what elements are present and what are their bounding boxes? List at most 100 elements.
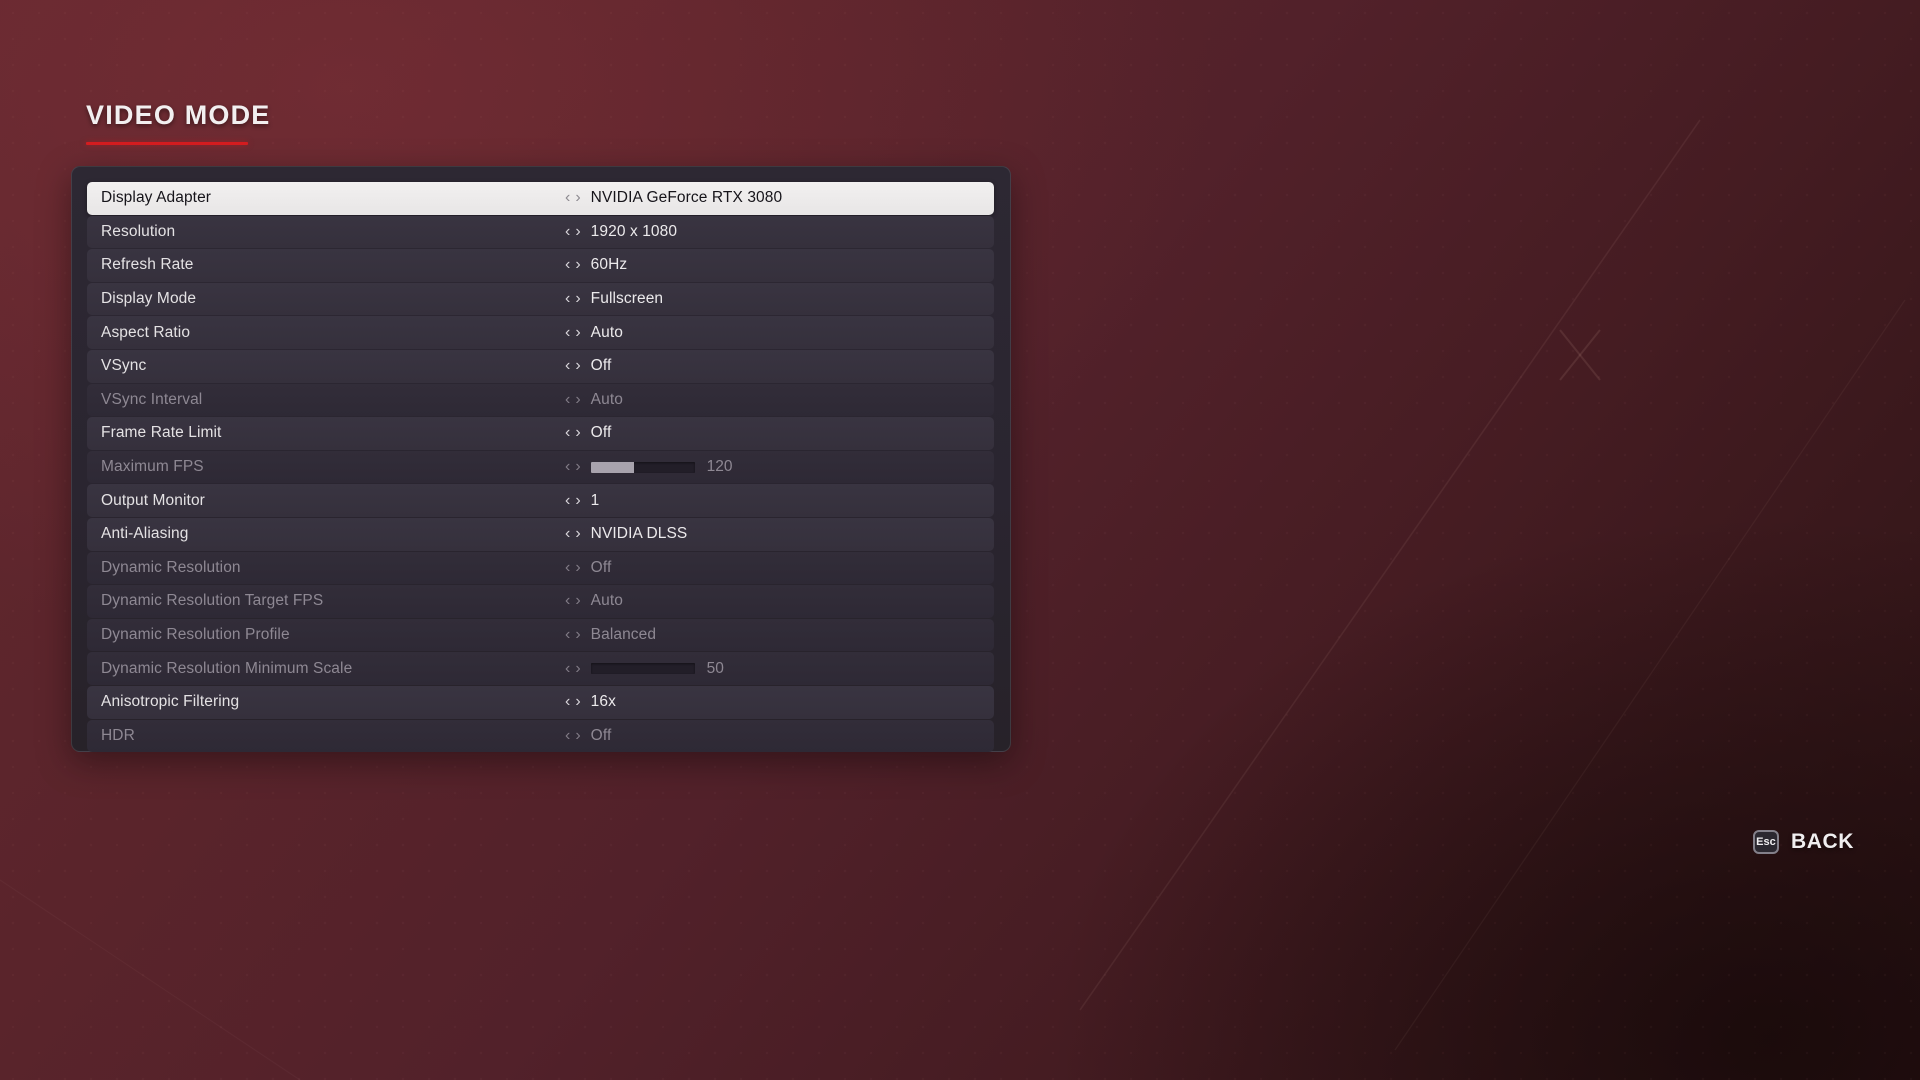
page-title: VIDEO MODE [86, 100, 271, 130]
chevron-right-icon[interactable]: › [575, 391, 580, 408]
slider-value: 50 [706, 659, 724, 677]
back-button-label: BACK [1790, 830, 1854, 853]
chevron-right-icon[interactable]: › [575, 593, 580, 609]
chevron-left-icon[interactable]: ‹ [565, 425, 570, 441]
setting-row[interactable]: VSync ‹ › Off [87, 349, 994, 383]
setting-value: 1 [590, 491, 600, 509]
chevron-right-icon[interactable]: › [575, 727, 580, 744]
setting-row[interactable]: Maximum FPS ‹ › 120 [87, 450, 994, 484]
setting-row[interactable]: Dynamic Resolution Profile ‹ › Balanced [87, 618, 994, 652]
setting-row[interactable]: Dynamic Resolution Target FPS ‹ › Auto [87, 585, 994, 618]
title-underline-accent [86, 142, 248, 145]
chevron-left-icon[interactable]: ‹ [565, 660, 570, 677]
setting-value: Auto [590, 390, 623, 408]
setting-control: ‹ › 16x [565, 693, 616, 711]
chevron-left-icon[interactable]: ‹ [565, 559, 570, 576]
chevron-left-icon[interactable]: ‹ [565, 694, 570, 710]
chevron-left-icon[interactable]: ‹ [565, 190, 570, 206]
setting-row[interactable]: Display Mode ‹ › Fullscreen [87, 282, 994, 316]
setting-row[interactable]: Aspect Ratio ‹ › Auto [87, 316, 994, 349]
chevron-left-icon[interactable]: ‹ [565, 727, 570, 744]
setting-label: Output Monitor [101, 491, 205, 509]
setting-label: Display Adapter [101, 189, 212, 207]
chevron-right-icon[interactable]: › [575, 223, 580, 240]
setting-label: Display Mode [101, 290, 197, 308]
chevron-left-icon[interactable]: ‹ [565, 324, 570, 341]
chevron-left-icon[interactable]: ‹ [565, 593, 570, 609]
stepper-arrows: ‹ › [565, 627, 581, 643]
chevron-left-icon[interactable]: ‹ [565, 627, 570, 643]
setting-row[interactable]: Resolution ‹ › 1920 x 1080 [87, 215, 994, 249]
setting-value: Off [590, 424, 612, 442]
setting-row[interactable]: Frame Rate Limit ‹ › Off [87, 417, 994, 450]
back-hint[interactable]: Esc BACK [1752, 830, 1854, 854]
setting-label: Dynamic Resolution Profile [101, 626, 290, 644]
chevron-left-icon[interactable]: ‹ [565, 358, 570, 374]
setting-control: ‹ › Off [565, 727, 611, 745]
stepper-arrows: ‹ › [565, 660, 581, 677]
chevron-left-icon[interactable]: ‹ [565, 391, 570, 408]
setting-label: Dynamic Resolution [101, 558, 241, 576]
stepper-arrows: ‹ › [565, 492, 581, 509]
chevron-left-icon[interactable]: ‹ [565, 257, 570, 273]
stepper-arrows: ‹ › [565, 459, 581, 475]
stepper-arrows: ‹ › [565, 425, 581, 441]
setting-control: ‹ › Auto [565, 592, 623, 610]
chevron-left-icon[interactable]: ‹ [565, 459, 570, 475]
chevron-right-icon[interactable]: › [575, 492, 580, 509]
setting-value: 1920 x 1080 [590, 222, 678, 240]
setting-row[interactable]: Refresh Rate ‹ › 60Hz [87, 249, 994, 282]
setting-control: ‹ › Off [565, 559, 611, 577]
chevron-right-icon[interactable]: › [575, 459, 580, 475]
setting-row[interactable]: Output Monitor ‹ › 1 [87, 484, 994, 517]
chevron-right-icon[interactable]: › [575, 190, 580, 206]
chevron-right-icon[interactable]: › [575, 694, 580, 710]
chevron-right-icon[interactable]: › [575, 324, 580, 341]
setting-label: Resolution [101, 222, 176, 240]
setting-label: Dynamic Resolution Target FPS [101, 592, 324, 610]
chevron-right-icon[interactable]: › [575, 358, 580, 374]
video-mode-settings-panel: Display Adapter ‹ › NVIDIA GeForce RTX 3080… [71, 166, 1011, 753]
setting-control: ‹ › Balanced [565, 626, 656, 644]
setting-control: ‹ › Off [565, 424, 611, 442]
stepper-arrows: ‹ › [565, 223, 581, 240]
chevron-right-icon[interactable]: › [575, 660, 580, 677]
setting-label: Anti-Aliasing [101, 525, 189, 543]
stepper-arrows: ‹ › [565, 727, 581, 744]
chevron-left-icon[interactable]: ‹ [565, 223, 570, 240]
chevron-left-icon[interactable]: ‹ [565, 291, 570, 307]
stepper-arrows: ‹ › [565, 694, 581, 710]
setting-control: ‹ › 50 [565, 660, 724, 678]
chevron-right-icon[interactable]: › [575, 526, 580, 542]
setting-row[interactable]: Anisotropic Filtering ‹ › 16x [87, 685, 994, 719]
setting-label: VSync [101, 357, 147, 375]
setting-row[interactable]: Anti-Aliasing ‹ › NVIDIA DLSS [87, 517, 994, 551]
setting-slider[interactable]: 120 [590, 458, 733, 476]
esc-key-badge: Esc [1752, 830, 1779, 854]
setting-slider[interactable]: 50 [590, 659, 724, 678]
setting-value: Balanced [590, 626, 657, 644]
settings-list: Display Adapter ‹ › NVIDIA GeForce RTX 3080… [87, 182, 994, 753]
stepper-arrows: ‹ › [565, 559, 581, 576]
stepper-arrows: ‹ › [565, 391, 581, 408]
setting-row[interactable]: VSync Interval ‹ › Auto [87, 383, 994, 417]
stepper-arrows: ‹ › [565, 291, 581, 307]
setting-label: Maximum FPS [101, 458, 204, 476]
chevron-right-icon[interactable]: › [575, 425, 580, 441]
chevron-right-icon[interactable]: › [575, 291, 580, 307]
setting-row[interactable]: HDR ‹ › Off [87, 719, 994, 753]
chevron-right-icon[interactable]: › [575, 559, 580, 576]
setting-row[interactable]: Display Adapter ‹ › NVIDIA GeForce RTX 3080 [87, 182, 994, 215]
chevron-left-icon[interactable]: ‹ [565, 526, 570, 542]
chevron-left-icon[interactable]: ‹ [565, 492, 570, 509]
chevron-right-icon[interactable]: › [575, 257, 580, 273]
setting-value: Off [590, 357, 612, 375]
setting-value: Off [590, 726, 612, 744]
slider-track[interactable] [590, 461, 695, 473]
setting-row[interactable]: Dynamic Resolution ‹ › Off [87, 551, 994, 585]
chevron-right-icon[interactable]: › [575, 627, 580, 643]
setting-value: Auto [590, 323, 623, 341]
setting-control: ‹ › NVIDIA GeForce RTX 3080 [565, 189, 782, 207]
slider-track[interactable] [590, 663, 695, 675]
setting-row[interactable]: Dynamic Resolution Minimum Scale ‹ › 50 [87, 652, 994, 685]
